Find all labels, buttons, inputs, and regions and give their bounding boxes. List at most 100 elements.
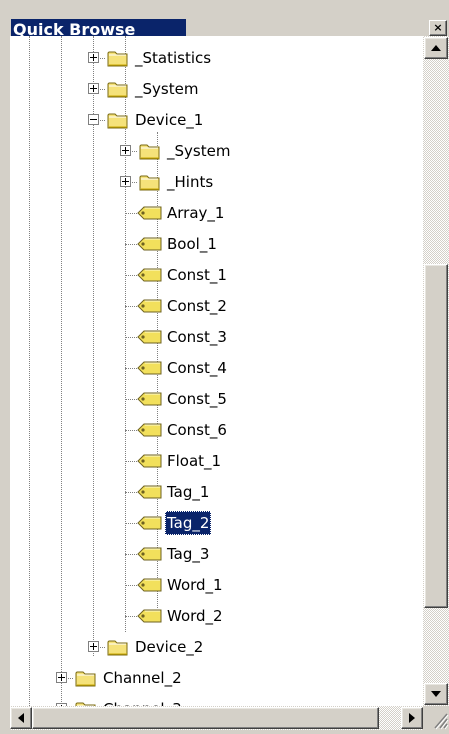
tag-icon [137,547,162,561]
tag-icon [137,297,163,319]
tag-icon [137,578,162,592]
tree-item-label[interactable]: Channel_3 [101,697,184,706]
folder-icon [107,640,128,656]
tree-item[interactable]: Array_1 [10,201,423,225]
tag-icon [137,361,162,375]
tree-item-label[interactable]: Device_1 [133,108,205,132]
quick-browse-window: Quick Browse × _Statistics _System Device_… [0,0,449,730]
title-bar: Quick Browse × [4,4,449,40]
tag-icon [137,330,162,344]
resize-grip-icon [434,713,449,730]
expand-icon[interactable] [88,52,99,63]
folder-icon [107,49,129,71]
tree-item-label[interactable]: Const_5 [165,387,229,411]
tag-icon [137,328,163,350]
expand-icon[interactable] [88,83,99,94]
folder-icon [139,175,160,191]
arrow-right-icon [409,713,415,723]
tree-item-label[interactable]: Const_3 [165,325,229,349]
scroll-left-button[interactable] [10,707,32,729]
tree-item[interactable]: Const_6 [10,418,423,442]
scroll-down-button[interactable] [424,683,448,705]
tag-icon [137,204,163,226]
tree-item[interactable]: _Hints [10,170,423,194]
tree-item[interactable]: _System [10,77,423,101]
tree-item-label[interactable]: _Hints [165,170,215,194]
scroll-up-button[interactable] [424,37,448,59]
folder-icon [107,638,129,660]
tree-item[interactable]: Word_1 [10,573,423,597]
tag-icon [137,206,162,220]
tree-item[interactable]: Const_5 [10,387,423,411]
tree-item[interactable]: _System [10,139,423,163]
horizontal-scroll-thumb[interactable] [32,707,379,729]
tag-icon [137,235,163,257]
tree-item[interactable]: Float_1 [10,449,423,473]
expand-icon[interactable] [56,672,67,683]
close-button[interactable]: × [429,20,447,36]
tree-item-label[interactable]: Const_4 [165,356,229,380]
tree-item[interactable]: Tag_2 [10,511,423,535]
tree-item[interactable]: Device_2 [10,635,423,659]
horizontal-scrollbar[interactable] [10,706,423,730]
tag-icon [137,576,163,598]
vertical-scrollbar[interactable] [423,36,449,706]
tree-item[interactable]: Word_2 [10,604,423,628]
folder-icon [139,142,161,164]
resize-grip[interactable] [423,706,449,730]
tree-item-label[interactable]: Device_2 [133,635,205,659]
tag-icon [137,266,163,288]
tag-icon [137,485,162,499]
tag-icon [137,392,162,406]
tree-view[interactable]: _Statistics _System Device_1 _System _Hints A… [10,36,423,706]
tree-item[interactable]: Const_3 [10,325,423,349]
folder-icon [107,113,128,129]
tag-icon [137,545,163,567]
arrow-up-icon [431,45,441,51]
folder-icon [107,82,128,98]
tree-item-label[interactable]: _System [133,77,200,101]
tag-icon [137,514,163,536]
collapse-icon[interactable] [88,114,99,125]
tree-item-label[interactable]: Tag_2 [165,511,212,535]
tree-item-label[interactable]: Const_1 [165,263,229,287]
tree-item[interactable]: Bool_1 [10,232,423,256]
tree-item[interactable]: Const_2 [10,294,423,318]
tree-item[interactable]: Channel_3 [10,697,423,706]
tree-item-label[interactable]: Word_2 [165,604,225,628]
tree-item-label[interactable]: Tag_3 [165,542,211,566]
tree-item-label[interactable]: Word_1 [165,573,225,597]
tree-item[interactable]: Channel_2 [10,666,423,690]
tree-item-label[interactable]: Float_1 [165,449,223,473]
tree-item-label[interactable]: _System [165,139,232,163]
folder-icon [139,173,161,195]
expand-icon[interactable] [120,176,131,187]
vertical-scroll-thumb[interactable] [424,264,448,608]
tree-item-label[interactable]: _Statistics [133,46,213,70]
folder-icon [107,111,129,133]
tag-icon [137,607,163,629]
tree-item-label[interactable]: Array_1 [165,201,226,225]
tree-item-label[interactable]: Const_2 [165,294,229,318]
tag-icon [137,516,162,530]
tree-item[interactable]: Tag_1 [10,480,423,504]
tag-icon [137,390,163,412]
tree-item[interactable]: Const_1 [10,263,423,287]
arrow-left-icon [18,713,24,723]
tag-icon [137,452,163,474]
expand-icon[interactable] [88,641,99,652]
scroll-right-button[interactable] [401,707,423,729]
tree-item-label[interactable]: Const_6 [165,418,229,442]
tree-item[interactable]: _Statistics [10,46,423,70]
expand-icon[interactable] [120,145,131,156]
tag-icon [137,609,162,623]
folder-icon [107,51,128,67]
folder-icon [107,80,129,102]
tree-item-label[interactable]: Bool_1 [165,232,219,256]
tree-item[interactable]: Device_1 [10,108,423,132]
tree-item[interactable]: Tag_3 [10,542,423,566]
tree-item-label[interactable]: Channel_2 [101,666,184,690]
tree-item-label[interactable]: Tag_1 [165,480,211,504]
folder-icon [139,144,160,160]
tree-item[interactable]: Const_4 [10,356,423,380]
